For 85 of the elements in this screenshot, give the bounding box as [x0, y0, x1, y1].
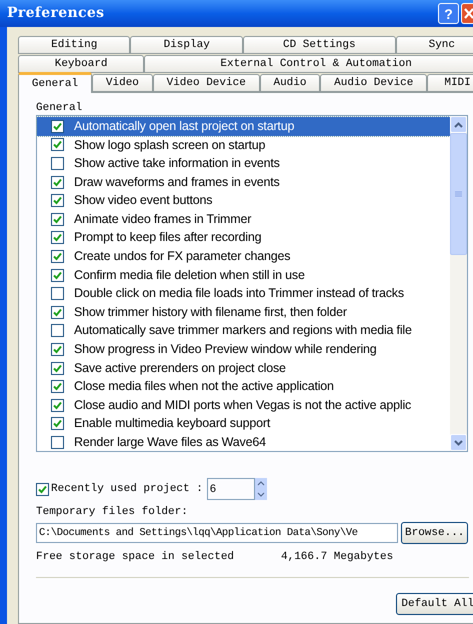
option-label: Show active take information in events — [74, 155, 280, 172]
checkbox[interactable] — [51, 324, 64, 338]
tab[interactable]: Keyboard — [18, 55, 144, 73]
option-row[interactable]: Automatically open last project on startup — [37, 117, 450, 136]
scroll-thumb[interactable] — [450, 133, 467, 255]
option-label: Show progress in Video Preview window while rendering — [74, 341, 377, 358]
option-row[interactable]: Show video event buttons — [37, 191, 450, 210]
checkbox[interactable] — [51, 362, 64, 375]
option-row[interactable]: Show logo splash screen on startup — [37, 136, 450, 154]
group-label: General — [36, 101, 84, 115]
option-label: Draw waveforms and frames in events — [74, 174, 280, 191]
option-row[interactable]: Confirm media file deletion when still in use — [37, 266, 450, 284]
free-space-label: Free storage space in selected — [36, 550, 236, 563]
option-label: Automatically save trimmer markers and regions with media file — [74, 322, 412, 340]
option-label: Double click on media file loads into Trimmer instead of tracks — [74, 285, 404, 302]
option-row[interactable]: Render large Wave files as Wave64 — [37, 433, 450, 452]
option-label: Confirm media file deletion when still in use — [74, 266, 305, 284]
checkbox[interactable] — [51, 342, 64, 356]
tab[interactable]: Video — [92, 74, 153, 92]
checkbox[interactable] — [51, 268, 64, 282]
checkbox[interactable] — [51, 287, 64, 300]
checkbox[interactable] — [51, 250, 64, 263]
option-row[interactable]: Show progress in Video Preview window while rendering — [37, 340, 450, 359]
option-row[interactable]: Close audio and MIDI ports when Vegas is not the active applic — [37, 396, 450, 414]
option-label: Render large Wave files as Wave64 — [74, 434, 266, 452]
option-label: Close audio and MIDI ports when Vegas is not the active applic — [74, 396, 412, 414]
checkbox[interactable] — [51, 120, 64, 133]
tab[interactable]: External Control & Automation — [144, 55, 473, 73]
checkmark-icon — [38, 484, 47, 494]
tab[interactable]: Audio — [260, 74, 320, 92]
option-row[interactable]: Close media files when not the active application — [37, 377, 450, 396]
tab[interactable]: Sync — [396, 36, 473, 54]
option-label: Animate video frames in Trimmer — [74, 210, 252, 228]
option-row[interactable]: Create undos for FX parameter changes — [37, 247, 450, 266]
tab[interactable]: Video Device — [152, 74, 260, 92]
close-button[interactable] — [461, 3, 473, 24]
tab[interactable]: Audio Device — [320, 74, 428, 92]
close-icon — [464, 8, 473, 19]
tab[interactable]: General — [18, 72, 92, 93]
option-label: Show logo splash screen on startup — [74, 136, 266, 154]
option-row[interactable]: Animate video frames in Trimmer — [37, 210, 450, 229]
browse-button[interactable]: Browse... — [401, 522, 468, 544]
free-space-value: 4,166.7 Megabytes — [281, 550, 394, 563]
scroll-up-icon[interactable] — [450, 116, 467, 133]
checkbox[interactable] — [51, 398, 64, 412]
temp-folder-field[interactable]: C:\Documents and Settings\lqq\Application Data\Sony\Ve — [36, 523, 398, 543]
checkbox[interactable] — [51, 138, 64, 152]
checkbox[interactable] — [51, 156, 64, 170]
option-row[interactable]: Prompt to keep files after recording — [37, 228, 450, 248]
option-label: Show video event buttons — [74, 192, 212, 210]
checkbox[interactable] — [51, 417, 64, 430]
tab[interactable]: Display — [130, 36, 243, 54]
option-label: Automatically open last project on startup — [74, 118, 294, 135]
option-label: Save active prerenders on project close — [74, 360, 286, 377]
tab[interactable]: MIDI — [427, 74, 473, 92]
checkbox[interactable] — [51, 231, 64, 244]
option-label: Create undos for FX parameter changes — [74, 248, 290, 266]
recent-checkbox[interactable] — [36, 482, 49, 496]
help-button[interactable]: ? — [438, 3, 459, 24]
scroll-down-icon[interactable] — [450, 434, 467, 451]
checkbox[interactable] — [51, 194, 64, 208]
window-title: Preferences — [7, 4, 104, 23]
option-row[interactable]: Save active prerenders on project close — [37, 358, 450, 378]
option-row[interactable]: Draw waveforms and frames in events — [37, 172, 450, 192]
checkbox[interactable] — [51, 176, 64, 189]
checkbox[interactable] — [51, 212, 64, 226]
option-row[interactable]: Show active take information in events — [37, 154, 450, 173]
option-label: Show trimmer history with filename first, then folder — [74, 304, 347, 321]
option-row[interactable]: Double click on media file loads into Trimmer instead of tracks — [37, 284, 450, 303]
recent-label: Recently used project : — [51, 482, 203, 497]
option-row[interactable]: Show trimmer history with filename first, then folder — [37, 302, 450, 322]
option-label: Prompt to keep files after recording — [74, 229, 262, 246]
scrollbar[interactable] — [450, 116, 467, 451]
option-row[interactable]: Automatically save trimmer markers and regions with media file — [37, 322, 450, 340]
temp-folder-label: Temporary files folder: — [36, 505, 189, 518]
tab[interactable]: CD Settings — [242, 36, 396, 54]
option-label: Close media files when not the active application — [74, 378, 334, 396]
tab[interactable]: Editing — [18, 36, 130, 54]
option-row[interactable]: Enable multimedia keyboard support — [37, 414, 450, 434]
checkmark-icon — [53, 308, 62, 317]
checkbox[interactable] — [51, 436, 64, 449]
checkbox[interactable] — [51, 380, 64, 394]
default-all-button[interactable]: Default All — [396, 593, 473, 615]
option-label: Enable multimedia keyboard support — [74, 415, 270, 432]
checkbox[interactable] — [51, 306, 64, 319]
